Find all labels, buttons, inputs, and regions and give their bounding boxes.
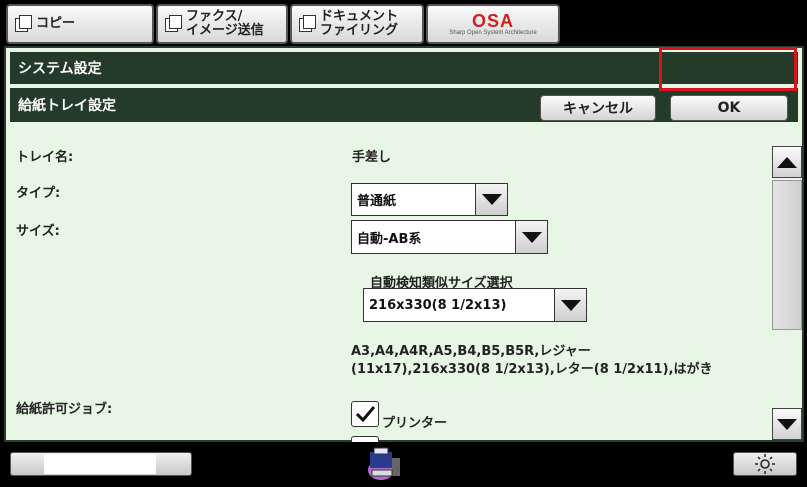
sun-icon	[755, 454, 775, 474]
printer-checkbox[interactable]	[351, 401, 379, 427]
copy-icon	[14, 15, 32, 33]
tab-copy[interactable]: コピー	[6, 4, 154, 44]
fax-icon	[164, 15, 182, 33]
ok-button[interactable]: OK	[670, 95, 788, 121]
scrollbar-thumb[interactable]	[772, 180, 802, 330]
osa-subtitle: Sharp Open System Architecture	[449, 29, 537, 36]
tab-fax-label: ファクス/ イメージ送信	[186, 9, 264, 38]
tab-osa[interactable]: OSA Sharp Open System Architecture	[426, 4, 560, 44]
tab-fax-image-send[interactable]: ファクス/ イメージ送信	[156, 4, 288, 44]
size-select-value: 自動-AB系	[357, 231, 422, 247]
ok-highlight-frame	[659, 47, 797, 91]
printer-checkbox-label: プリンター	[382, 416, 448, 431]
detectable-sizes-line2: (11x17),216x330(8 1/2x13),レター(8 1/2x11),…	[351, 362, 713, 377]
osa-logo: OSA	[471, 10, 514, 31]
scroll-up-button[interactable]	[772, 146, 802, 178]
size-label: サイズ:	[16, 224, 60, 239]
mode-tabs: コピー ファクス/ イメージ送信 ドキュメント ファイリング OSA Sharp…	[4, 2, 804, 46]
arrow-up-icon	[777, 156, 797, 168]
scroll-down-button[interactable]	[772, 408, 802, 440]
tray-name-value: 手差し	[352, 150, 392, 165]
chevron-down-icon[interactable]	[475, 184, 507, 215]
tab-copy-label: コピー	[36, 16, 76, 31]
tab-document-filing-label: ドキュメント ファイリング	[320, 9, 399, 38]
type-select[interactable]: 普通紙	[351, 183, 508, 216]
chevron-down-icon[interactable]	[515, 221, 547, 253]
chevron-down-icon[interactable]	[554, 289, 586, 321]
document-filing-icon	[298, 15, 316, 33]
tab-document-filing[interactable]: ドキュメント ファイリング	[290, 4, 424, 44]
job-status-display	[44, 454, 156, 474]
type-label: タイプ:	[16, 186, 61, 201]
checkmark-icon	[355, 406, 376, 423]
tray-name-label: トレイ名:	[16, 150, 74, 165]
detectable-sizes-line1: A3,A4,A4R,A5,B4,B5,B5R,レジャー	[351, 344, 591, 359]
type-select-value: 普通紙	[357, 194, 397, 209]
size-select[interactable]: 自動-AB系	[351, 220, 548, 254]
cancel-button[interactable]: キャンセル	[540, 95, 656, 121]
jobs-label: 給紙許可ジョブ:	[16, 402, 113, 417]
arrow-down-icon	[777, 418, 797, 430]
brightness-button[interactable]	[733, 452, 797, 476]
similar-size-select[interactable]: 216x330(8 1/2x13)	[363, 288, 587, 322]
similar-size-select-value: 216x330(8 1/2x13)	[369, 297, 507, 313]
machine-status-icon[interactable]	[364, 446, 404, 484]
